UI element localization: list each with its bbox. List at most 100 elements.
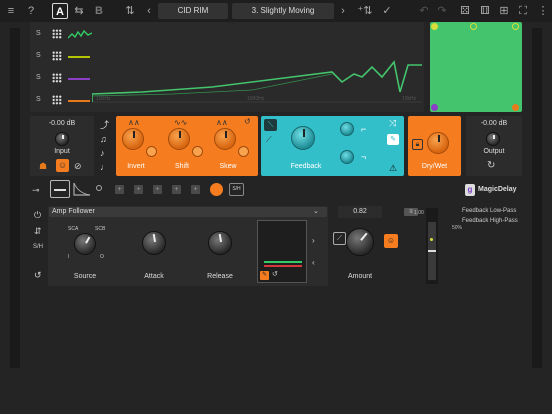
target-slider-thumb[interactable] bbox=[428, 250, 436, 252]
undo-mod-icon[interactable]: ↺ bbox=[34, 270, 42, 281]
invert-knob[interactable] bbox=[122, 128, 144, 150]
skew-mini-knob[interactable] bbox=[238, 146, 249, 157]
route-icon[interactable]: ⊸ bbox=[32, 185, 40, 196]
scope-next-icon[interactable]: › bbox=[312, 236, 315, 245]
lane-2-s[interactable]: S bbox=[36, 52, 41, 59]
xy-dot-yellow[interactable] bbox=[431, 23, 438, 30]
shape-step-button[interactable] bbox=[50, 180, 70, 198]
xy-dot-lime[interactable] bbox=[470, 23, 477, 30]
ab-b-button[interactable]: B bbox=[92, 3, 106, 19]
updown-icon[interactable]: ⇵ bbox=[34, 226, 42, 237]
face-icon[interactable]: ☺ bbox=[56, 159, 69, 172]
drywet-knob[interactable] bbox=[427, 132, 449, 154]
warning-icon[interactable]: ⚠ bbox=[389, 163, 397, 174]
amount-curve-icon[interactable]: ⟋ bbox=[333, 232, 346, 245]
input-knob[interactable] bbox=[55, 132, 69, 146]
save-preset-icon[interactable]: ✓ bbox=[378, 3, 396, 19]
dice-icon[interactable]: ⚄ bbox=[458, 3, 472, 19]
release-knob[interactable] bbox=[208, 231, 232, 255]
lane-1-wave bbox=[68, 29, 92, 39]
gamepad-icon[interactable]: ⊞ bbox=[497, 3, 511, 19]
output-knob[interactable] bbox=[486, 132, 500, 146]
scope-red-line bbox=[264, 265, 302, 267]
target-slider[interactable] bbox=[426, 208, 438, 284]
attack-knob[interactable] bbox=[142, 231, 166, 255]
mask-icon[interactable]: ☗ bbox=[39, 161, 51, 171]
xy-dot-orange[interactable] bbox=[512, 104, 519, 111]
prev-preset-button[interactable]: ‹ bbox=[144, 3, 154, 19]
lane-4-grid-icon[interactable] bbox=[52, 95, 62, 105]
dice-icon-2[interactable]: ⚅ bbox=[478, 3, 492, 19]
lane-4-s[interactable]: S bbox=[36, 96, 41, 103]
filter-lp-icon[interactable]: ⟍ bbox=[264, 119, 277, 131]
lane-1-grid-icon[interactable] bbox=[52, 29, 62, 39]
step-add-1[interactable]: + bbox=[115, 185, 124, 194]
shift-mini-knob[interactable] bbox=[192, 146, 203, 157]
step-add-4[interactable]: + bbox=[172, 185, 181, 194]
envelope-graph[interactable]: 100Hz 1000Hz 10kHz bbox=[92, 22, 422, 112]
hamburger-icon[interactable]: ≡ bbox=[4, 3, 18, 19]
scope-wrench-icon[interactable]: ✎ bbox=[260, 271, 269, 280]
amount-knob[interactable] bbox=[346, 228, 374, 256]
reset-icon[interactable]: ↺ bbox=[244, 117, 251, 126]
filter-hp-icon[interactable]: ⟋ bbox=[266, 135, 272, 145]
power-icon[interactable]: ⏻ bbox=[34, 210, 41, 221]
pencil-icon[interactable]: ✎ bbox=[387, 134, 399, 145]
xy-dot-purple[interactable] bbox=[431, 104, 438, 111]
note-icon[interactable]: ♫ bbox=[100, 132, 112, 146]
redo-icon[interactable]: ↷ bbox=[436, 3, 448, 19]
sh-mod-label[interactable]: S/H bbox=[33, 244, 43, 250]
loop-icon[interactable]: ↻ bbox=[487, 160, 495, 171]
curve-tool-icon[interactable]: ⤴ bbox=[100, 118, 112, 132]
no-face-icon[interactable]: ⊘ bbox=[74, 161, 86, 171]
ab-copy-icon[interactable]: ⇆ bbox=[72, 3, 86, 19]
sh-step-button[interactable]: S/H bbox=[229, 183, 244, 196]
mod-type-dropdown[interactable]: Amp Follower ⌄ bbox=[49, 207, 327, 217]
feedback-lp-knob[interactable] bbox=[340, 122, 354, 136]
variant-name[interactable]: 3. Slightly Moving bbox=[232, 3, 334, 19]
dot-shape-icon[interactable] bbox=[96, 185, 102, 191]
note-up-icon[interactable]: ♪ bbox=[100, 146, 112, 160]
next-preset-button[interactable]: › bbox=[338, 3, 348, 19]
feedback-knob[interactable] bbox=[291, 126, 315, 150]
feedback-hp-knob[interactable] bbox=[340, 150, 354, 164]
note-tools: ⤴ ♫ ♪ ♩ bbox=[100, 118, 112, 176]
chevron-down-icon: ⌄ bbox=[313, 208, 319, 215]
brand-logo-icon: g bbox=[465, 184, 475, 196]
target-item-1[interactable]: Feedback Low-Pass bbox=[462, 208, 516, 214]
lane-2-grid-icon[interactable] bbox=[52, 51, 62, 61]
add-preset-icon[interactable]: ⁺⇅ bbox=[356, 3, 374, 19]
step-add-5[interactable]: + bbox=[191, 185, 200, 194]
amount-value[interactable]: 0.82 bbox=[338, 206, 382, 218]
lane-3-s[interactable]: S bbox=[36, 74, 41, 81]
step-add-2[interactable]: + bbox=[134, 185, 143, 194]
shuffle-icon[interactable]: ⤨ bbox=[389, 118, 396, 129]
shift-label: Shift bbox=[174, 163, 189, 170]
preset-name[interactable]: CID RIM bbox=[158, 3, 228, 19]
lane-1-s[interactable]: S bbox=[36, 30, 41, 37]
note-down-icon[interactable]: ♩ bbox=[100, 160, 112, 174]
scope-reset-icon[interactable]: ↺ bbox=[272, 270, 278, 278]
step-add-3[interactable]: + bbox=[153, 185, 162, 194]
undo-icon[interactable]: ↶ bbox=[418, 3, 430, 19]
drywet-label: Dry/Wet bbox=[421, 163, 448, 170]
preset-list-icon[interactable]: ⇅ bbox=[120, 3, 140, 19]
ab-a-button[interactable]: A bbox=[52, 3, 68, 19]
skew-knob[interactable] bbox=[214, 128, 236, 150]
expand-icon[interactable]: ⛶ bbox=[516, 3, 530, 19]
xy-pad[interactable] bbox=[430, 22, 522, 112]
scope-prev-icon[interactable]: ‹ bbox=[312, 258, 315, 267]
amount-face-icon[interactable]: ☺ bbox=[384, 234, 398, 248]
xy-dot-green[interactable] bbox=[512, 23, 519, 30]
source-knob[interactable] bbox=[74, 233, 96, 255]
source-label: Source bbox=[73, 273, 97, 280]
lane-3-grid-icon[interactable] bbox=[52, 73, 62, 83]
help-button[interactable]: ? bbox=[24, 3, 38, 19]
midi-icon[interactable]: ⋮ bbox=[536, 3, 550, 19]
lock-icon[interactable]: 🔒︎ bbox=[412, 139, 423, 150]
step-active-dot[interactable] bbox=[210, 183, 223, 196]
shape-decay-icon[interactable] bbox=[72, 181, 92, 197]
target-item-2[interactable]: Feedback High-Pass bbox=[462, 218, 518, 224]
invert-mini-knob[interactable] bbox=[146, 146, 157, 157]
shift-knob[interactable] bbox=[168, 128, 190, 150]
